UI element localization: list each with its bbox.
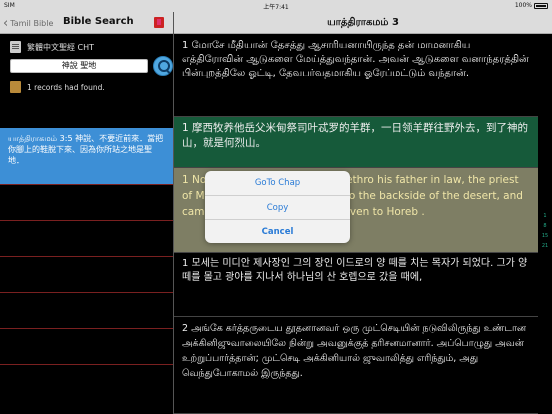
cancel-button[interactable]: Cancel [205, 219, 350, 243]
records-status: 1 records had found. [10, 81, 105, 93]
left-nav-bar: ‹ Tamil Bible Bible Search [0, 12, 173, 34]
page-title: Bible Search [63, 16, 134, 27]
bible-book-icon[interactable] [154, 17, 164, 28]
search-panel: 繁體中文聖經 CHT 神說 聖地 1 records had found. யா… [0, 35, 173, 414]
version-label: 繁體中文聖經 CHT [27, 42, 95, 52]
verse-tamil-2[interactable]: 2 அங்கே கர்த்தருடைய தூதனானவர் ஒரு முட்செ… [174, 317, 538, 414]
copy-button[interactable]: Copy [205, 195, 350, 219]
search-input[interactable]: 神說 聖地 [10, 59, 148, 73]
verse-korean-1[interactable]: 1 모세는 미디안 제사장인 그의 장인 이드로의 양 떼를 치는 목자가 되었… [174, 253, 538, 317]
empty-result-row [0, 220, 173, 256]
result-item[interactable]: யாத்திராகமம் 3:5 神說、不要近前來．當把你腳上的鞋脫下來、因為你… [0, 128, 173, 184]
clock: 上午7:41 [263, 4, 289, 11]
records-icon [10, 81, 21, 93]
index-number[interactable]: 21 [538, 243, 552, 249]
empty-result-row [0, 328, 173, 364]
document-icon [10, 41, 21, 53]
empty-result-row [0, 364, 173, 400]
empty-result-row [0, 256, 173, 292]
search-button[interactable] [153, 56, 173, 76]
empty-result-row [0, 292, 173, 328]
action-popup: GoTo Chap Copy Cancel [205, 171, 350, 243]
back-button[interactable]: ‹ Tamil Bible [3, 15, 53, 31]
status-bar: SIM 上午7:41 100% [0, 0, 552, 12]
battery-indicator: 100% [515, 2, 548, 9]
verse-chinese-1[interactable]: 1 摩西牧养他岳父米甸祭司叶忒罗的羊群，一日领羊群往野外去，到了神的山，就是何烈… [174, 117, 538, 168]
empty-result-row [0, 184, 173, 220]
index-number[interactable]: 8 [538, 223, 552, 229]
battery-percent: 100% [514, 2, 532, 9]
verse-index-strip[interactable]: 1 8 15 21 [538, 35, 552, 414]
chevron-left-icon: ‹ [3, 15, 9, 31]
back-button-label: Tamil Bible [10, 18, 54, 28]
records-text: 1 records had found. [27, 82, 105, 92]
version-selector[interactable]: 繁體中文聖經 CHT [10, 41, 94, 53]
chapter-title: யாத்திராகமம் 3 [327, 17, 399, 28]
verse-tamil-1[interactable]: 1 மோசே மீதியான் தேசத்து ஆசாரியனாயிருந்த … [174, 35, 538, 117]
right-nav-bar: யாத்திராகமம் 3 [174, 12, 552, 34]
index-number[interactable]: 15 [538, 233, 552, 239]
battery-icon [534, 2, 548, 9]
index-number[interactable]: 1 [538, 213, 552, 219]
goto-chapter-button[interactable]: GoTo Chap [205, 171, 350, 195]
